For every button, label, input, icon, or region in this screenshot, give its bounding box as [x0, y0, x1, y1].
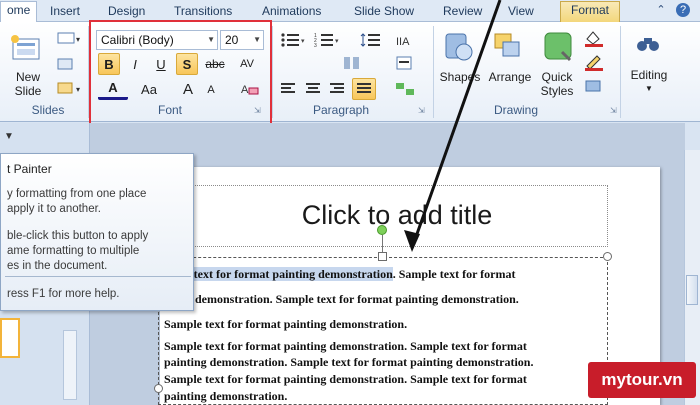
site-watermark: mytour.vn [588, 362, 696, 398]
annotation-arrow [404, 0, 502, 252]
